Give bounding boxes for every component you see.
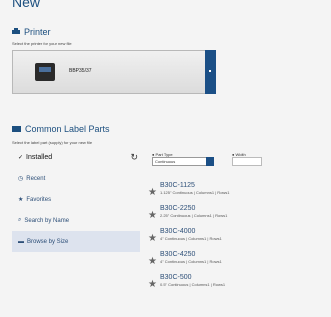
clock-icon: ◷ — [18, 176, 24, 182]
list-item[interactable]: ★ B30C-4000 4" Continuous | Columns1 | R… — [148, 227, 318, 250]
search-icon: ⌕ — [18, 217, 22, 223]
list-item[interactable]: ★ B30C-500 0.5" Continuous | Columns1 | … — [148, 273, 318, 296]
part-name: B30C-4250 — [160, 251, 196, 258]
favorite-star-icon[interactable]: ★ — [148, 233, 157, 244]
nav-installed-label: Installed — [26, 154, 53, 161]
nav-browse-by-size-label: Browse by Size — [27, 238, 69, 245]
part-type-select[interactable]: Continuous — [152, 157, 214, 166]
star-icon: ★ — [18, 197, 24, 203]
part-description: 1.125" Continuous | Columns1 | Rows1 — [160, 190, 230, 195]
nav-recent-label: Recent — [26, 175, 46, 182]
printer-selector[interactable]: BBP35/37 — [12, 50, 216, 94]
label-stack-icon — [12, 124, 21, 134]
favorite-star-icon[interactable]: ★ — [148, 279, 157, 290]
part-description: 4" Continuous | Columns1 | Rows1 — [160, 259, 222, 264]
label-parts-heading: Common Label Parts — [12, 124, 110, 134]
printer-image — [35, 63, 55, 81]
window-title: New — [12, 0, 41, 10]
width-input[interactable] — [232, 157, 262, 166]
printer-icon — [12, 27, 20, 37]
nav-search-by-name[interactable]: ⌕ Search by Name — [12, 210, 140, 231]
part-description: 4" Continuous | Columns1 | Rows1 — [160, 236, 222, 241]
chevron-down-icon[interactable] — [206, 157, 214, 166]
label-parts-heading-label: Common Label Parts — [25, 124, 110, 134]
list-item[interactable]: ★ B30C-4250 4" Continuous | Columns1 | R… — [148, 250, 318, 273]
favorite-star-icon[interactable]: ★ — [148, 256, 157, 267]
ruler-icon: ▬ — [18, 238, 24, 245]
label-part-results: ★ B30C-1125 1.125" Continuous | Columns1… — [148, 181, 318, 296]
label-parts-hint: Select the label part (supply) for your … — [12, 140, 93, 145]
part-name: B30C-500 — [160, 274, 192, 281]
nav-browse-by-size[interactable]: ▬ Browse by Size — [12, 231, 140, 252]
printer-dropdown-button[interactable] — [205, 50, 216, 94]
part-description: 2.25" Continuous | Columns1 | Rows1 — [160, 213, 228, 218]
checkmark-icon: ✓ — [18, 155, 24, 161]
filter-controls: ● Part Type Continuous ● Width — [152, 152, 262, 166]
part-type-filter: ● Part Type Continuous — [152, 152, 214, 166]
nav-favorites[interactable]: ★ Favorites — [12, 189, 140, 210]
nav-favorites-label: Favorites — [26, 196, 52, 203]
printer-section-heading: Printer — [12, 27, 51, 37]
width-filter: ● Width — [232, 152, 262, 166]
nav-recent[interactable]: ◷ Recent — [12, 168, 140, 189]
printer-hint: Select the printer for your new file — [12, 41, 72, 46]
part-name: B30C-4000 — [160, 228, 196, 235]
printer-heading-label: Printer — [24, 27, 51, 37]
list-item[interactable]: ★ B30C-1125 1.125" Continuous | Columns1… — [148, 181, 318, 204]
part-name: B30C-1125 — [160, 182, 195, 189]
favorite-star-icon[interactable]: ★ — [148, 187, 157, 198]
printer-name: BBP35/37 — [69, 68, 92, 74]
part-type-value: Continuous — [155, 159, 176, 164]
favorite-star-icon[interactable]: ★ — [148, 210, 157, 221]
part-description: 0.5" Continuous | Columns1 | Rows1 — [160, 282, 226, 287]
refresh-icon[interactable]: ↻ — [130, 152, 138, 163]
nav-installed[interactable]: ✓ Installed ↻ — [12, 147, 140, 168]
list-item[interactable]: ★ B30C-2250 2.25" Continuous | Columns1 … — [148, 204, 318, 227]
label-part-nav: ✓ Installed ↻ ◷ Recent ★ Favorites ⌕ Sea… — [12, 147, 140, 252]
nav-search-by-name-label: Search by Name — [24, 217, 70, 224]
part-name: B30C-2250 — [160, 205, 196, 212]
